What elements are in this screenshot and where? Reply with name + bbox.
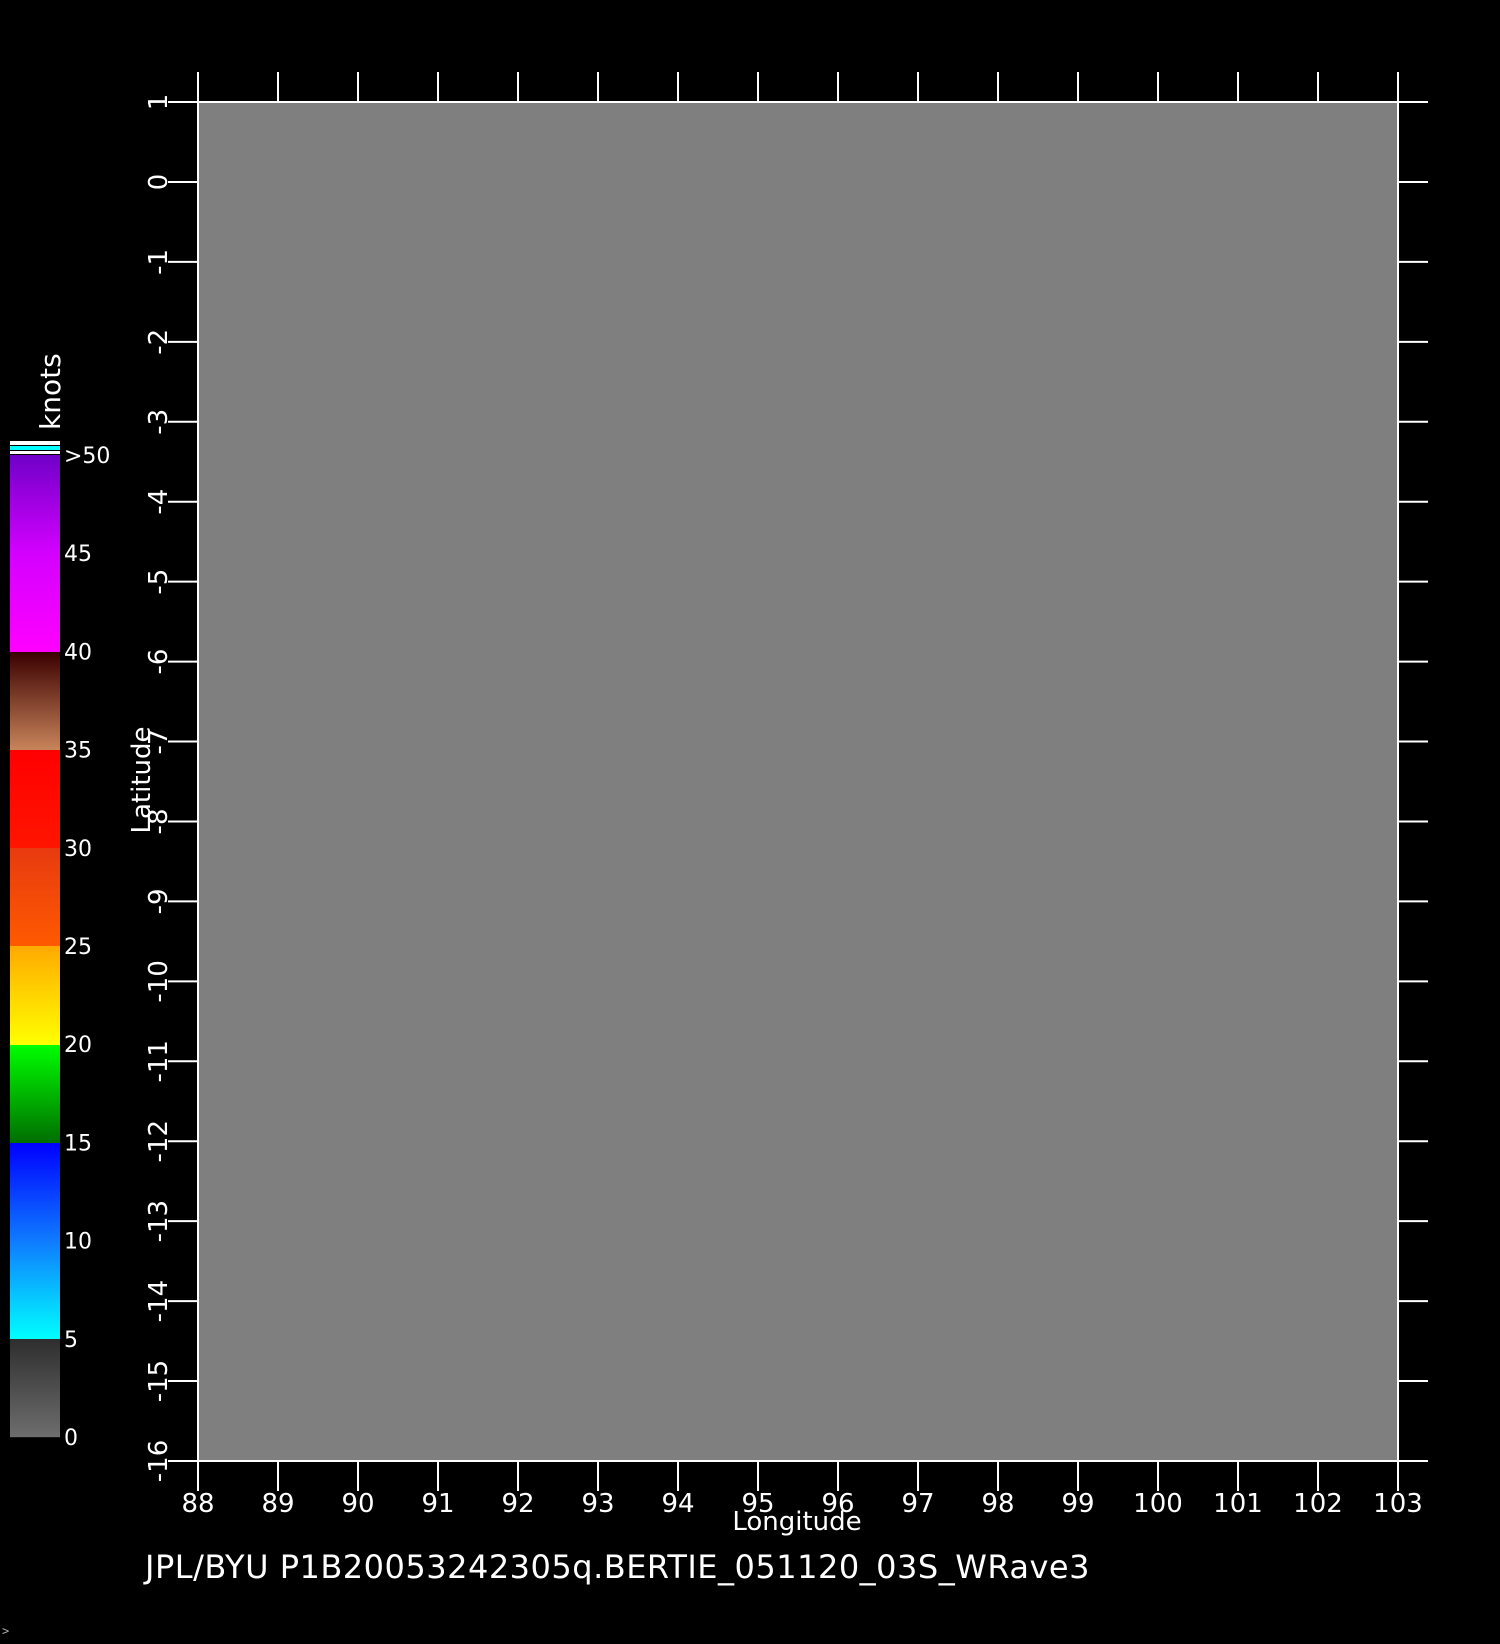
x-axis-label: Longitude (732, 1507, 861, 1537)
map-background (198, 102, 1398, 1461)
colorbar-tick-labels: >50 45 40 35 30 25 20 15 10 5 0 (64, 444, 110, 1451)
figure-caption: JPL/BYU P1B20053242305q.BERTIE_051120_03… (145, 1548, 1090, 1586)
longitude-tick-label: 101 (1213, 1489, 1263, 1519)
longitude-tick-label: 89 (261, 1489, 294, 1519)
latitude-tick-label: -5 (144, 569, 174, 595)
colorbar-label: knots (34, 353, 67, 430)
colorbar-tick-label: 45 (64, 542, 92, 567)
latitude-tick-label: -13 (144, 1200, 174, 1242)
colorbar-tick-label: 5 (64, 1328, 78, 1353)
latitude-tick-label: -15 (144, 1360, 174, 1402)
longitude-tick-label: 93 (581, 1489, 614, 1519)
console-prompt-glyph: > (2, 1624, 10, 1638)
colorbar-tick-label: 20 (64, 1033, 92, 1058)
latitude-tick-label: -1 (144, 249, 174, 275)
longitude-tick-label: 102 (1293, 1489, 1343, 1519)
colorbar-tick-label: 15 (64, 1131, 92, 1156)
longitude-tick-label: 100 (1133, 1489, 1183, 1519)
colorbar-tick-label: 0 (64, 1426, 78, 1451)
longitude-tick-label: 97 (901, 1489, 934, 1519)
latitude-tick-label: -2 (144, 329, 174, 355)
latitude-tick-label: -6 (144, 649, 174, 675)
y-axis-label: Latitude (127, 726, 157, 833)
latitude-tick-label: -14 (144, 1280, 174, 1322)
longitude-tick-label: 98 (981, 1489, 1014, 1519)
longitude-tick-label: 99 (1061, 1489, 1094, 1519)
longitude-tick-label: 92 (501, 1489, 534, 1519)
figure-svg: knots >50454035302520151050 88 89 90 91 92 93… (10, 72, 1428, 1537)
longitude-tick-label: 91 (421, 1489, 454, 1519)
latitude-tick-label: 1 (144, 94, 174, 111)
latitude-tick-label: 0 (144, 174, 174, 191)
colorbar (10, 441, 60, 1438)
latitude-tick-label: -9 (144, 888, 174, 914)
latitude-tick-label: -16 (144, 1440, 174, 1482)
longitude-tick-label: 90 (341, 1489, 374, 1519)
longitude-tick-label: 88 (181, 1489, 214, 1519)
colorbar-tick-label: 25 (64, 935, 92, 960)
longitude-tick-label: 103 (1373, 1489, 1423, 1519)
wind-map-figure: knots >50 45 40 35 30 25 20 15 10 5 0 88 89 90 91 92 93… (0, 0, 1500, 1640)
colorbar-tick-label: 30 (64, 837, 92, 862)
longitude-tick-label: 94 (661, 1489, 694, 1519)
colorbar-tick-label: 10 (64, 1230, 92, 1255)
latitude-tick-label: -10 (144, 960, 174, 1002)
colorbar-tick-label: >50 (64, 444, 110, 469)
latitude-tick-label: -3 (144, 409, 174, 435)
map-axes (168, 72, 1428, 1491)
latitude-tick-label: -11 (144, 1040, 174, 1082)
colorbar-tick-label: 35 (64, 739, 92, 764)
colorbar-tick-label: 40 (64, 640, 92, 665)
latitude-tick-label: -4 (144, 489, 174, 515)
latitude-tick-label: -12 (144, 1120, 174, 1162)
